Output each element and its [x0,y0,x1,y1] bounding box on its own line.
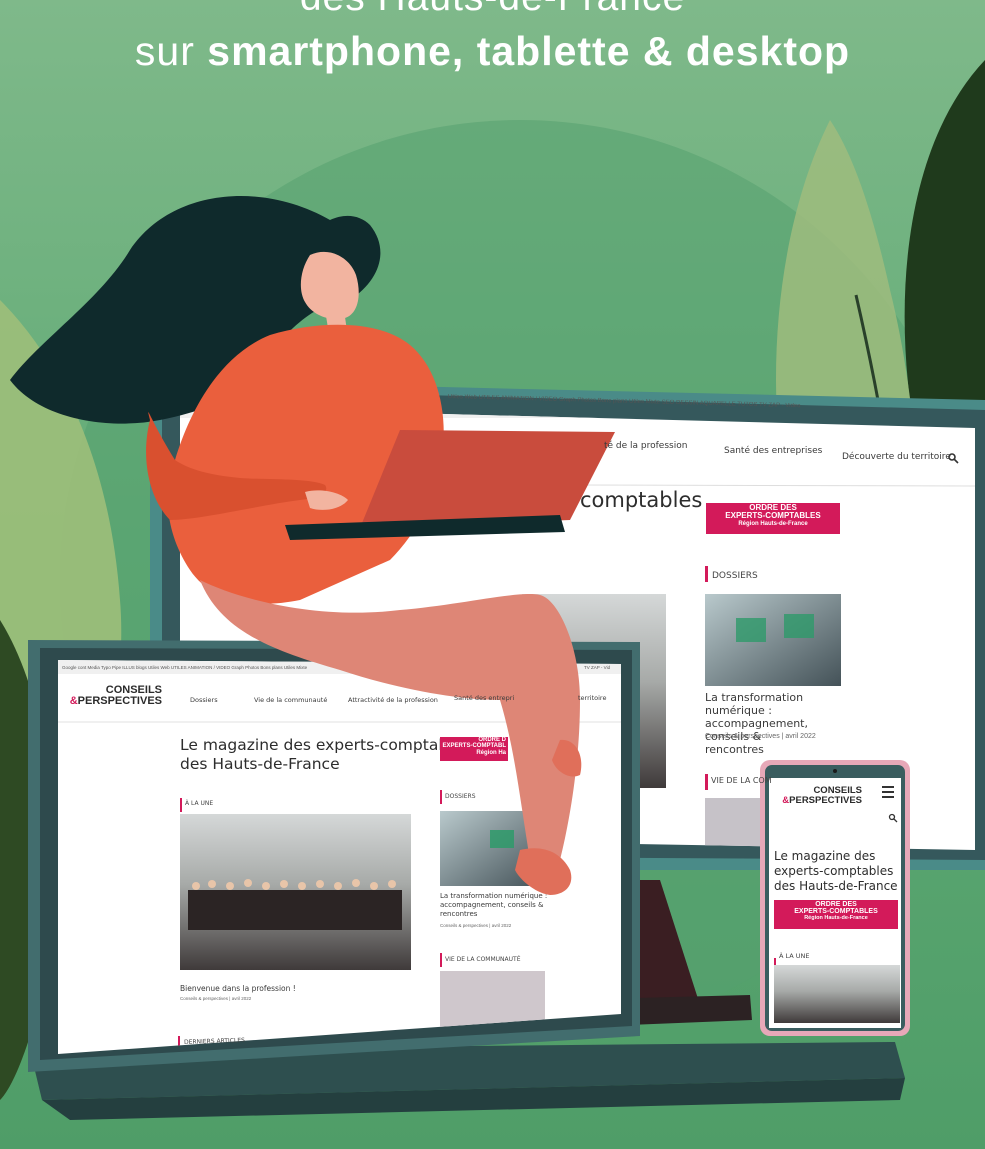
laptop-logo-bottom: &PERSPECTIVES [64,696,162,707]
laptop-site-logo[interactable]: CONSEILS &PERSPECTIVES [64,685,162,707]
monitor-dossiers-bar [705,566,708,582]
phone-ordre-line-1: ORDRE DES [815,901,857,908]
phone-site-title-3: des Hauts-de-France [774,879,898,893]
hero-line-2-prefix: sur [134,28,208,74]
laptop-ordre-logo: ORDRE D EXPERTS-COMPTABL Région Ha [440,737,508,761]
monitor-nav-attractivite[interactable]: té de la profession [604,441,687,451]
laptop-nav-sante[interactable]: Santé des entrepri [454,694,514,702]
laptop-dossiers-label: DOSSIERS [445,793,476,800]
laptop-une-bar [180,798,182,812]
monitor-vie-photo [705,798,765,848]
monitor-dossier-title-3: rencontres [705,743,764,756]
laptop-nav-dossiers[interactable]: Dossiers [190,696,218,704]
phone-ordre-line-3: Région Hauts-de-France [804,914,868,921]
laptop-logo-amp: & [69,695,78,707]
phone-site-title: Le magazine des experts-comptables des H… [774,849,898,894]
laptop-bookmarks-right[interactable]: TV ZAP - Vid [584,665,620,670]
laptop-ordre-line-2: EXPERTS-COMPTABL [442,743,506,750]
monitor-site-title: comptables [580,488,703,512]
monitor-nav-sante[interactable]: Santé des entreprises [724,446,822,456]
laptop-dossiers-bar [440,790,442,804]
hero-line-2-bold: smartphone, tablette & desktop [207,28,851,74]
phone-logo-bottom-text: PERSPECTIVES [789,794,862,806]
monitor-vie-bar [705,774,708,790]
phone-camera [833,769,837,773]
laptop-site-title-2: des Hauts-de-France [180,755,340,773]
monitor-nav-territoire[interactable]: Découverte du territoire [842,452,951,462]
laptop-une-label: À LA UNE [185,800,214,807]
phone-une-photo [774,965,900,1023]
laptop-nav-territoire[interactable]: territoire [578,694,606,702]
hamburger-menu-icon[interactable] [882,786,894,798]
monitor-ordre-line-3: Région Hauts-de-France [738,520,808,527]
laptop-bookmarks-bar[interactable]: Google cont Media Typo Pipe ILLUS blogs … [62,665,567,670]
monitor-dossier-meta: Conseils & perspectives | avril 2022 [705,733,816,740]
monitor-vie-label: VIE DE LA COM [711,776,772,785]
phone-une-label: À LA UNE [779,952,810,960]
monitor-dossier-title-1: La transformation numérique : [705,691,804,717]
monitor-dossiers-label: DOSSIERS [712,571,758,581]
laptop-vie-bar [440,953,442,967]
phone-site-logo[interactable]: CONSEILS &PERSPECTIVES [778,786,862,805]
laptop-dossier-title-2: accompagnement, conseils & [440,901,544,909]
laptop-site-title-1: Le magazine des experts-comptables [180,736,471,754]
monitor-dossier-screen-2 [784,614,814,638]
laptop-dossier-screen [490,830,514,848]
laptop-une-meta: Conseils & perspectives | avril 2022 [180,996,252,1001]
laptop-une-title[interactable]: Bienvenue dans la profession ! [180,984,296,993]
laptop-ordre-line-3: Région Ha [476,749,506,756]
laptop-logo-bottom-text: PERSPECTIVES [77,695,162,707]
phone-site-title-2: experts-comptables [774,864,894,878]
laptop-nav-vie[interactable]: Vie de la communauté [254,696,327,704]
laptop-vie-label: VIE DE LA COMMUNAUTÉ [445,956,521,963]
monitor-ordre-logo: ORDRE DES EXPERTS-COMPTABLES Région Haut… [706,503,840,534]
phone-ordre-logo: ORDRE DES EXPERTS-COMPTABLES Région Haut… [774,900,898,929]
hero-line-2: sur smartphone, tablette & desktop [0,28,985,75]
laptop-dossier-title-1: La transformation numérique : [440,892,548,900]
monitor-dossier-photo [705,594,841,686]
illustration-scene [0,0,985,1149]
monitor-dossier-screen [736,618,766,642]
phone-logo-bottom: &PERSPECTIVES [778,794,862,806]
monitor-ordre-line-2: EXPERTS-COMPTABLES [725,511,821,521]
laptop-dossier-meta: Conseils & perspectives | avril 2022 [440,923,512,928]
laptop-nav-attractivite[interactable]: Attractivité de la profession [348,696,438,704]
phone-site-title-1: Le magazine des [774,849,876,863]
monitor-dossier-title[interactable]: La transformation numérique : accompagne… [705,691,845,756]
laptop-dossier-title[interactable]: La transformation numérique : accompagne… [440,892,550,919]
laptop-site-title: Le magazine des experts-comptables des H… [180,736,470,774]
laptop-dossier-title-3: rencontres [440,910,478,918]
hero-line-1: des Hauts-de-France [0,0,985,20]
